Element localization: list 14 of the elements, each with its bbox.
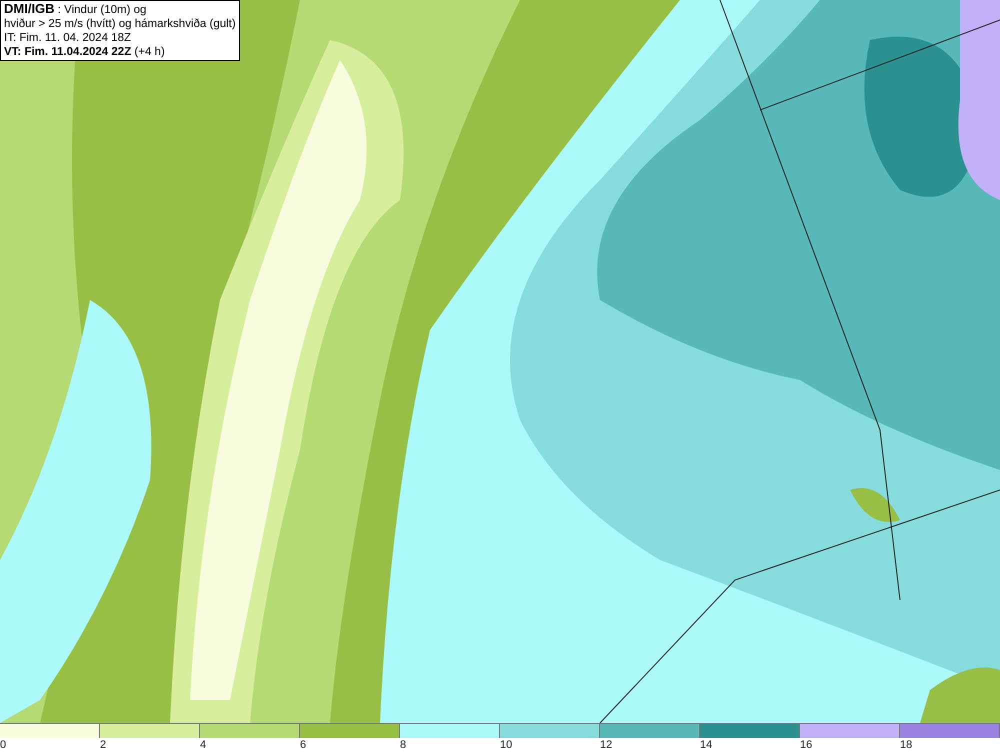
- legend-label: 12: [600, 738, 612, 753]
- legend-label: 16: [800, 738, 812, 753]
- legend-label: 10: [500, 738, 512, 753]
- title-line: VT: Fim. 11.04.2024 22Z (+4 h): [4, 45, 166, 59]
- legend-label: 6: [300, 738, 306, 753]
- legend-label: 4: [200, 738, 206, 753]
- legend-label: 14: [700, 738, 712, 753]
- legend-label: 0: [0, 738, 6, 753]
- title-line: hviður > 25 m/s (hvítt) og hámarkshviða (gult): [4, 17, 236, 31]
- legend-label: 2: [100, 738, 106, 753]
- title-line: DMI/IGB : Vindur (10m) og: [4, 2, 148, 17]
- legend-label: 8: [400, 738, 406, 753]
- title-line: IT: Fim. 11. 04. 2024 18Z: [4, 31, 132, 45]
- legend-label: 18: [900, 738, 912, 753]
